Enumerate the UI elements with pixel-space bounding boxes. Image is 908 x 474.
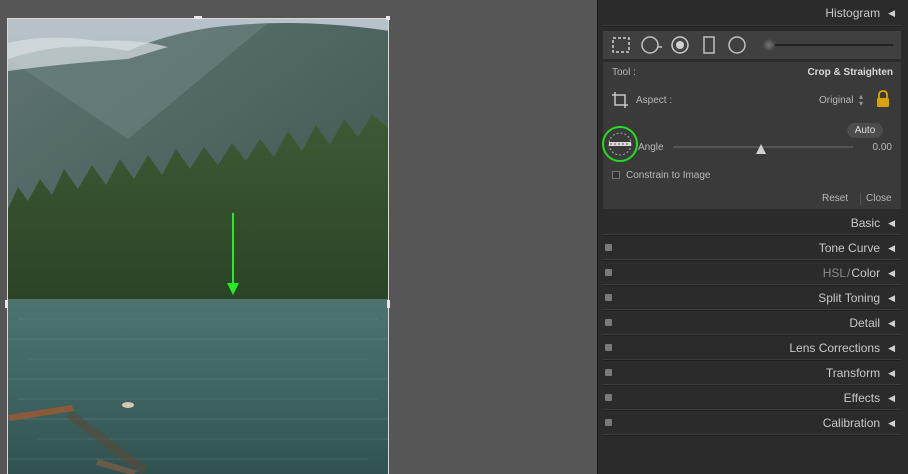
constrain-checkbox[interactable] [612,171,620,179]
tool-label: Tool : [612,67,636,78]
develop-right-panel: Histogram ◀ Tool : Crop & Straighten Asp… [597,0,908,474]
crop-straighten-panel: Tool : Crop & Straighten Aspect : Origin… [601,62,901,209]
adjustment-brush-icon[interactable] [763,39,775,51]
divider [860,193,861,205]
panel-toggle-switch[interactable] [605,244,612,251]
close-button[interactable]: Close [866,193,892,204]
photo[interactable] [7,18,389,474]
angle-value[interactable]: 0.00 [873,142,892,153]
panel-toggle-switch[interactable] [605,419,612,426]
lake-forest-photo [8,19,388,474]
straighten-tool-icon[interactable] [601,125,639,168]
panel-toggle-switch[interactable] [605,319,612,326]
tool-name: Crop & Straighten [807,67,893,78]
section-lens-corrections[interactable]: Lens Corrections ◀ [598,336,908,360]
crop-handle-top-right[interactable] [386,16,390,20]
section-tone-curve[interactable]: Tone Curve ◀ [598,236,908,260]
crop-handle-right[interactable] [387,300,390,308]
hsl-color-separator: / [847,266,851,280]
adjustment-brush-slider[interactable] [769,44,893,46]
triangle-left-icon: ◀ [888,7,895,18]
crop-handle-top[interactable] [194,16,202,19]
aspect-select[interactable]: Original [819,95,853,106]
section-label: Effects [843,391,881,405]
section-transform[interactable]: Transform ◀ [598,361,908,385]
section-label: Detail [849,316,881,330]
section-split-toning[interactable]: Split Toning ◀ [598,286,908,310]
panel-toggle-switch[interactable] [605,394,612,401]
lock-icon[interactable] [876,90,890,113]
section-label: Calibration [822,416,881,430]
section-label: Tone Curve [818,241,881,255]
radial-filter-icon[interactable] [727,35,747,60]
section-label: Split Toning [818,291,881,305]
section-hsl-color[interactable]: HSL / Color ◀ [598,261,908,285]
triangle-left-icon: ◀ [888,267,895,278]
panel-toggle-switch[interactable] [605,369,612,376]
triangle-left-icon: ◀ [888,417,895,428]
aspect-label: Aspect : [636,95,673,106]
color-tab[interactable]: Color [851,266,880,280]
divider [603,25,901,27]
angle-slider-thumb[interactable] [756,141,766,159]
section-effects[interactable]: Effects ◀ [598,386,908,410]
hsl-tab[interactable]: HSL [823,266,846,280]
chevron-updown-icon[interactable]: ▴ ▾ [859,93,863,108]
histogram-label: Histogram [825,6,881,20]
section-basic[interactable]: Basic ◀ [598,211,908,235]
angle-label: Angle [638,142,664,153]
section-label: Basic [850,216,881,230]
tool-strip [603,31,901,59]
graduated-filter-icon[interactable] [701,35,717,60]
triangle-left-icon: ◀ [888,392,895,403]
panel-toggle-switch[interactable] [605,344,612,351]
triangle-left-icon: ◀ [888,242,895,253]
spot-removal-icon[interactable] [640,35,664,60]
triangle-left-icon: ◀ [888,367,895,378]
crop-overlay-icon[interactable] [611,35,631,60]
divider [603,434,901,436]
section-label: Lens Corrections [789,341,881,355]
crop-handle-left[interactable] [5,300,8,308]
section-detail[interactable]: Detail ◀ [598,311,908,335]
red-eye-icon[interactable] [670,35,690,60]
image-canvas[interactable] [0,0,597,474]
reset-button[interactable]: Reset [822,193,848,204]
triangle-left-icon: ◀ [888,317,895,328]
panel-toggle-switch[interactable] [605,269,612,276]
triangle-left-icon: ◀ [888,292,895,303]
auto-button[interactable]: Auto [847,123,883,138]
histogram-header[interactable]: Histogram ◀ [598,1,908,25]
section-calibration[interactable]: Calibration ◀ [598,411,908,435]
triangle-left-icon: ◀ [888,217,895,228]
triangle-left-icon: ◀ [888,342,895,353]
constrain-label: Constrain to Image [626,170,711,181]
crop-frame-icon[interactable] [610,90,630,115]
section-label: Transform [825,366,881,380]
panel-toggle-switch[interactable] [605,294,612,301]
